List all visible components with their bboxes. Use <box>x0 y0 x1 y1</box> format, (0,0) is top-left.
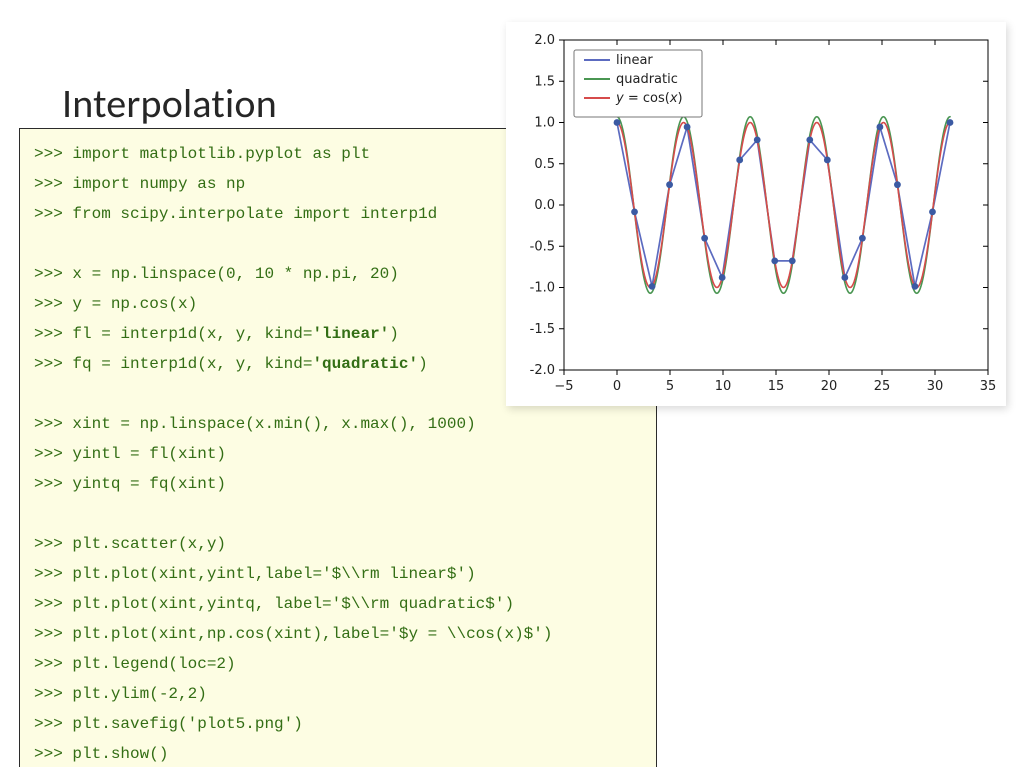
svg-text:10: 10 <box>715 379 732 394</box>
svg-text:35: 35 <box>980 379 997 394</box>
svg-text:25: 25 <box>874 379 891 394</box>
svg-text:20: 20 <box>821 379 838 394</box>
svg-text:0.5: 0.5 <box>534 157 555 172</box>
svg-text:15: 15 <box>768 379 785 394</box>
svg-text:1.0: 1.0 <box>534 116 555 131</box>
svg-text:−5: −5 <box>554 379 573 394</box>
svg-text:0: 0 <box>613 379 621 394</box>
svg-text:-1.0: -1.0 <box>530 281 555 296</box>
svg-text:2.0: 2.0 <box>534 33 555 48</box>
svg-text:1.5: 1.5 <box>534 74 555 89</box>
svg-text:linear: linear <box>616 53 653 68</box>
svg-text:y = cos(x): y = cos(x) <box>615 91 683 106</box>
svg-text:-0.5: -0.5 <box>530 239 555 254</box>
svg-text:5: 5 <box>666 379 674 394</box>
svg-text:0.0: 0.0 <box>534 198 555 213</box>
chart-svg: -2.0 -1.5 -1.0 -0.5 0.0 0.5 1.0 1.5 2.0 −5 0 5 10 15 2… <box>506 22 1006 406</box>
svg-text:-1.5: -1.5 <box>530 322 555 337</box>
page-title: Interpolation <box>62 79 277 128</box>
code-content: >>> import matplotlib.pyplot as plt >>> … <box>34 145 552 763</box>
svg-text:30: 30 <box>927 379 944 394</box>
interpolation-chart: -2.0 -1.5 -1.0 -0.5 0.0 0.5 1.0 1.5 2.0 −5 0 5 10 15 2… <box>506 22 1006 406</box>
svg-text:quadratic: quadratic <box>616 72 678 87</box>
svg-text:-2.0: -2.0 <box>530 363 555 378</box>
